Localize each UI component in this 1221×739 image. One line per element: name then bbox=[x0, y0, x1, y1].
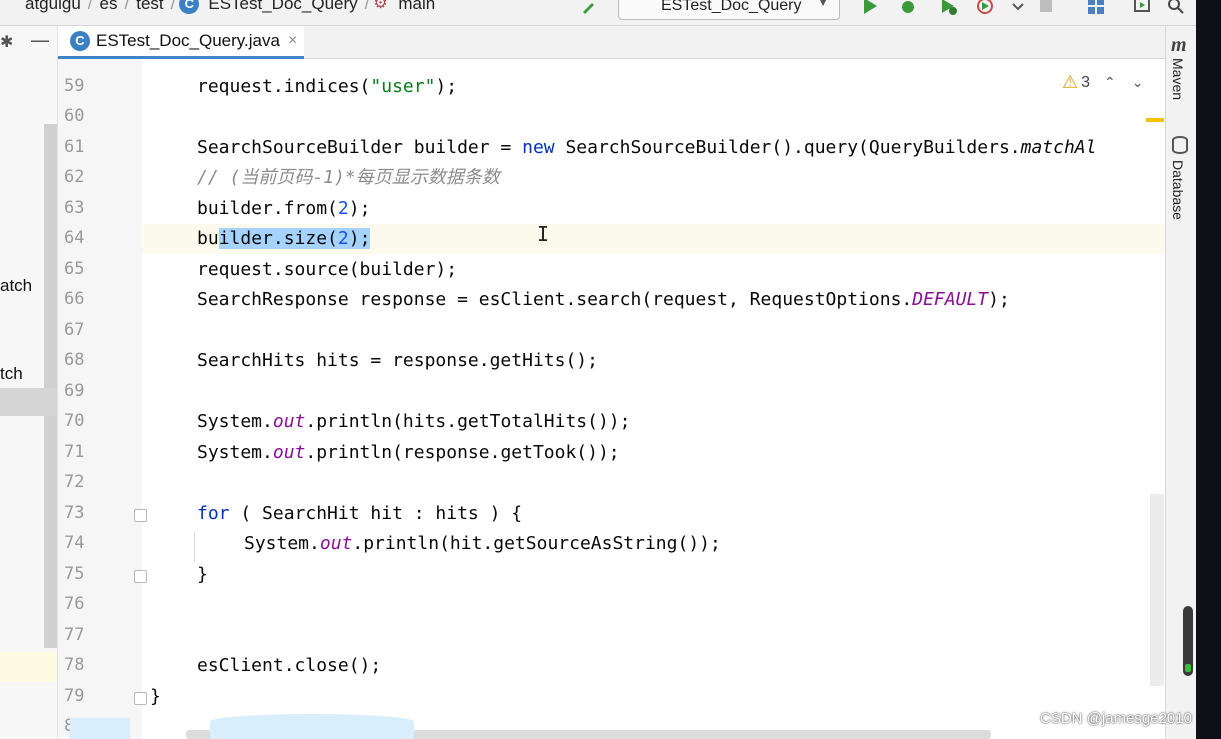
search-icon[interactable] bbox=[1166, 0, 1186, 16]
coverage-icon[interactable] bbox=[938, 0, 958, 16]
line-number: 67 bbox=[64, 320, 85, 340]
close-icon[interactable]: × bbox=[288, 32, 297, 50]
breadcrumb-separator: / bbox=[364, 0, 370, 13]
code-line[interactable]: SearchResponse response = esClient.searc… bbox=[197, 285, 1010, 315]
fold-toggle-icon[interactable] bbox=[134, 570, 147, 583]
breadcrumb-separator: / bbox=[87, 0, 93, 13]
code-line[interactable]: for ( SearchHit hit : hits ) { bbox=[197, 499, 522, 529]
fold-toggle-icon[interactable] bbox=[134, 509, 147, 522]
navigate-problems-arrows-icon[interactable]: ⌃⌄ bbox=[1104, 74, 1159, 91]
tab-label: ESTest_Doc_Query.java bbox=[96, 31, 280, 50]
status-indicator-icon bbox=[1185, 664, 1191, 672]
breadcrumb-separator: / bbox=[124, 0, 130, 13]
line-number: 76 bbox=[64, 594, 85, 614]
debug-icon[interactable] bbox=[898, 0, 918, 16]
tab-estest-doc-query[interactable]: C ESTest_Doc_Query.java × bbox=[58, 26, 304, 59]
stop-icon[interactable] bbox=[1036, 0, 1056, 16]
java-class-icon: C bbox=[179, 0, 200, 14]
database-tool-button[interactable]: Database bbox=[1170, 160, 1186, 220]
code-line[interactable]: esClient.close(); bbox=[197, 651, 381, 681]
more-actions-chevron-icon[interactable] bbox=[1008, 0, 1028, 16]
line-number: 75 bbox=[64, 564, 85, 584]
video-overlay bbox=[210, 714, 414, 739]
code-line[interactable]: } bbox=[197, 560, 208, 590]
collapse-icon[interactable]: — bbox=[30, 28, 50, 52]
hammer-icon[interactable] bbox=[580, 0, 600, 16]
editor-tab-bar: C ESTest_Doc_Query.java × bbox=[58, 26, 1165, 59]
project-panel-scrollbar[interactable] bbox=[44, 124, 57, 648]
code-comment[interactable]: // (当前页码-1)*每页显示数据条数 bbox=[197, 163, 500, 193]
line-number: 66 bbox=[64, 289, 85, 309]
line-number: 74 bbox=[64, 533, 85, 553]
error-stripe-marker[interactable] bbox=[1146, 118, 1164, 122]
watermark: CSDN @jamesge2010 bbox=[1040, 710, 1192, 727]
maven-icon[interactable]: m bbox=[1171, 34, 1187, 57]
code-line[interactable]: request.source(builder); bbox=[197, 255, 457, 285]
database-icon[interactable] bbox=[1172, 136, 1188, 154]
line-number: 61 bbox=[64, 137, 85, 157]
line-number: 60 bbox=[64, 106, 85, 126]
profile-icon[interactable] bbox=[975, 0, 995, 16]
line-number: 68 bbox=[64, 350, 85, 370]
breadcrumb-item-project[interactable]: atguigu bbox=[22, 0, 84, 14]
fold-toggle-icon[interactable] bbox=[134, 692, 147, 705]
maven-tool-button[interactable]: Maven bbox=[1170, 58, 1186, 100]
text-cursor-icon: I bbox=[537, 222, 550, 246]
line-number: 72 bbox=[64, 472, 85, 492]
run-configuration-dropdown[interactable]: ESTest_Doc_Query ▼ bbox=[618, 0, 840, 20]
editor-vertical-scrollbar[interactable] bbox=[1150, 494, 1164, 686]
line-number: 78 bbox=[64, 655, 85, 675]
project-tree-item[interactable]: atch bbox=[0, 276, 32, 296]
code-line[interactable]: builder.from(2); bbox=[197, 194, 370, 224]
code-line[interactable]: System.out.println(response.getTook()); bbox=[197, 438, 620, 468]
breadcrumb-item-class[interactable]: ESTest_Doc_Query bbox=[205, 0, 360, 14]
project-panel: ✱ — atch tch bbox=[0, 26, 58, 739]
line-number: 69 bbox=[64, 381, 85, 401]
breadcrumb: atguigu / es / test / C ESTest_Doc_Query… bbox=[22, 0, 438, 14]
code-line[interactable]: } bbox=[150, 682, 161, 712]
project-tree-item[interactable]: tch bbox=[0, 364, 23, 384]
code-line[interactable]: request.indices("user"); bbox=[197, 72, 457, 102]
code-line[interactable]: System.out.println(hit.getSourceAsString… bbox=[244, 529, 721, 559]
video-overlay bbox=[70, 718, 130, 739]
line-number: 79 bbox=[64, 686, 85, 706]
line-number: 73 bbox=[64, 503, 85, 523]
method-icon: ⚙ bbox=[373, 0, 388, 12]
line-number: 71 bbox=[64, 442, 85, 462]
presentation-icon[interactable] bbox=[1132, 0, 1152, 16]
breadcrumb-separator: / bbox=[170, 0, 176, 13]
line-number: 70 bbox=[64, 411, 85, 431]
chevron-down-icon: ▼ bbox=[817, 0, 829, 9]
breadcrumb-item-es[interactable]: es bbox=[97, 0, 121, 14]
inspection-widget[interactable]: ⚠ 3 ⌃⌄ bbox=[1062, 72, 1160, 93]
code-line[interactable]: SearchHits hits = response.getHits(); bbox=[197, 346, 598, 376]
breadcrumb-item-method[interactable]: main bbox=[395, 0, 438, 14]
code-line-selected[interactable]: builder.size(2); bbox=[197, 224, 371, 254]
line-number: 77 bbox=[64, 625, 85, 645]
warning-count: 3 bbox=[1081, 73, 1091, 91]
code-line[interactable]: System.out.println(hits.getTotalHits()); bbox=[197, 407, 630, 437]
project-tree-selected-row[interactable] bbox=[0, 388, 57, 416]
line-number: 63 bbox=[64, 198, 85, 218]
indent-guide bbox=[194, 532, 195, 562]
code-line[interactable]: SearchSourceBuilder builder = new Search… bbox=[197, 133, 1096, 163]
run-configuration-label: ESTest_Doc_Query bbox=[661, 0, 802, 14]
warning-icon: ⚠ bbox=[1062, 72, 1079, 92]
java-class-icon: C bbox=[70, 31, 90, 51]
navigation-bar: atguigu / es / test / C ESTest_Doc_Query… bbox=[0, 0, 1221, 26]
breadcrumb-item-test[interactable]: test bbox=[133, 0, 166, 14]
line-number: 59 bbox=[64, 76, 85, 96]
window-edge bbox=[1196, 0, 1221, 739]
line-number: 64 bbox=[64, 228, 85, 248]
project-tree-highlight-row bbox=[0, 652, 57, 682]
gear-icon[interactable]: ✱ bbox=[0, 32, 13, 51]
project-structure-icon[interactable] bbox=[1086, 0, 1106, 16]
line-number: 62 bbox=[64, 167, 85, 187]
line-number: 65 bbox=[64, 259, 85, 279]
run-icon[interactable] bbox=[860, 0, 880, 16]
